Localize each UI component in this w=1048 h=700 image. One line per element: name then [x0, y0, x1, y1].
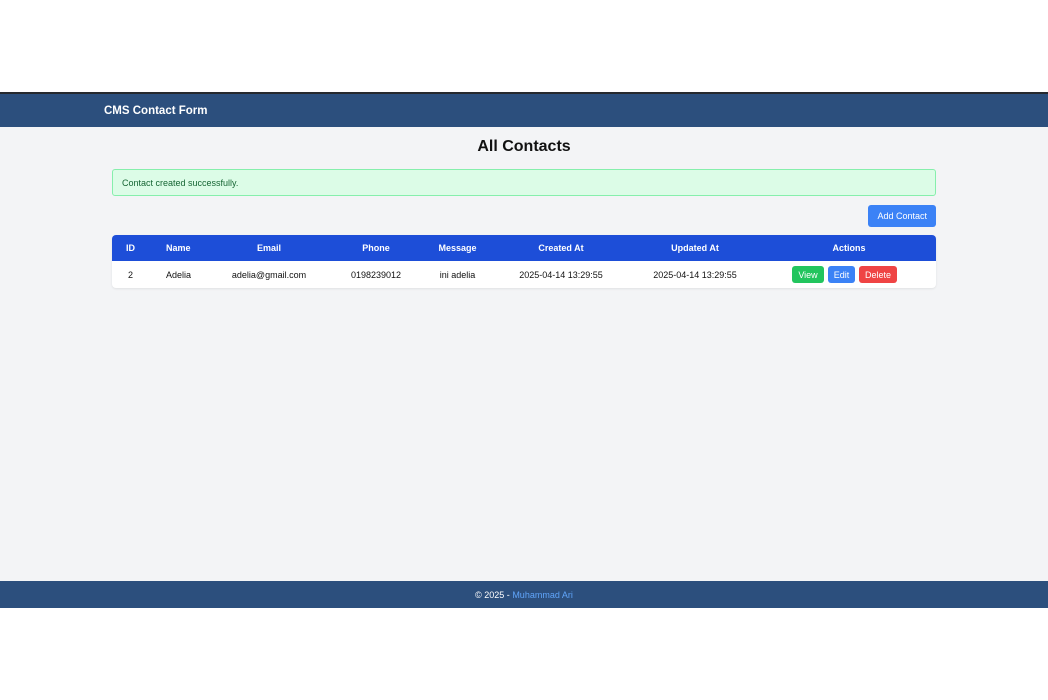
success-alert: Contact created successfully. — [112, 169, 936, 196]
footer-author-link[interactable]: Muhammad Ari — [512, 590, 573, 600]
cell-updated-at: 2025-04-14 13:29:55 — [653, 269, 737, 280]
cell-message: ini adelia — [439, 269, 476, 280]
column-header-created-at: Created At — [538, 243, 584, 253]
alert-message: Contact created successfully. — [122, 177, 239, 188]
column-header-email: Email — [256, 243, 281, 253]
delete-button[interactable]: Delete — [859, 266, 897, 283]
column-header-phone: Phone — [362, 243, 390, 253]
cell-actions: View Edit Delete — [762, 261, 936, 288]
cell-id: 2 — [127, 269, 133, 280]
view-button[interactable]: View — [792, 266, 824, 283]
page-title: All Contacts — [477, 138, 571, 155]
main-content: All Contacts Contact created successfull… — [0, 127, 1048, 581]
cell-name: Adelia — [166, 269, 192, 280]
footer-copyright: © 2025 - — [475, 589, 513, 600]
table-row: 2 Adelia adelia@gmail.com 0198239012 ini… — [112, 261, 936, 288]
contacts-table: ID Name Email Phone Message Created At U… — [112, 235, 936, 288]
cell-email: adelia@gmail.com — [231, 269, 307, 280]
row-actions: View Edit Delete — [792, 266, 897, 283]
edit-button[interactable]: Edit — [828, 266, 855, 283]
cell-created-at: 2025-04-14 13:29:55 — [519, 269, 603, 280]
brand-link[interactable]: CMS Contact Form — [104, 105, 208, 117]
column-header-updated-at: Updated At — [671, 243, 719, 253]
footer: © 2025 - Muhammad Ari — [0, 581, 1048, 608]
table-header-row: ID Name Email Phone Message Created At U… — [112, 235, 936, 261]
add-contact-button[interactable]: Add Contact — [868, 205, 936, 227]
navbar: CMS Contact Form — [0, 92, 1048, 127]
contacts-table-wrapper: ID Name Email Phone Message Created At U… — [112, 235, 936, 288]
cell-phone: 0198239012 — [350, 269, 402, 280]
toolbar: Add Contact — [112, 205, 936, 227]
column-header-actions: Actions — [832, 243, 866, 253]
app-viewport: CMS Contact Form All Contacts Contact cr… — [0, 92, 1048, 608]
column-header-message: Message — [438, 243, 477, 253]
column-header-id: ID — [126, 243, 135, 253]
column-header-name: Name — [166, 243, 191, 253]
